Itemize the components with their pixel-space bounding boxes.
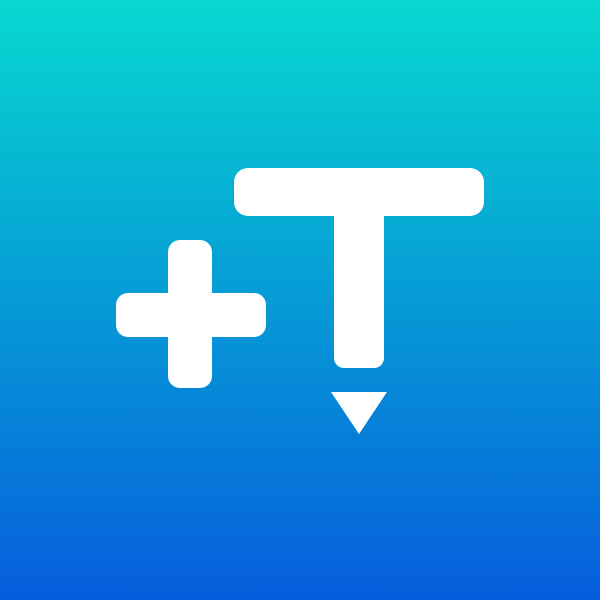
- app-icon: [0, 0, 600, 600]
- add-text-glyph: [116, 168, 484, 434]
- text-cursor-icon: [234, 168, 484, 434]
- plus-icon: [116, 240, 266, 388]
